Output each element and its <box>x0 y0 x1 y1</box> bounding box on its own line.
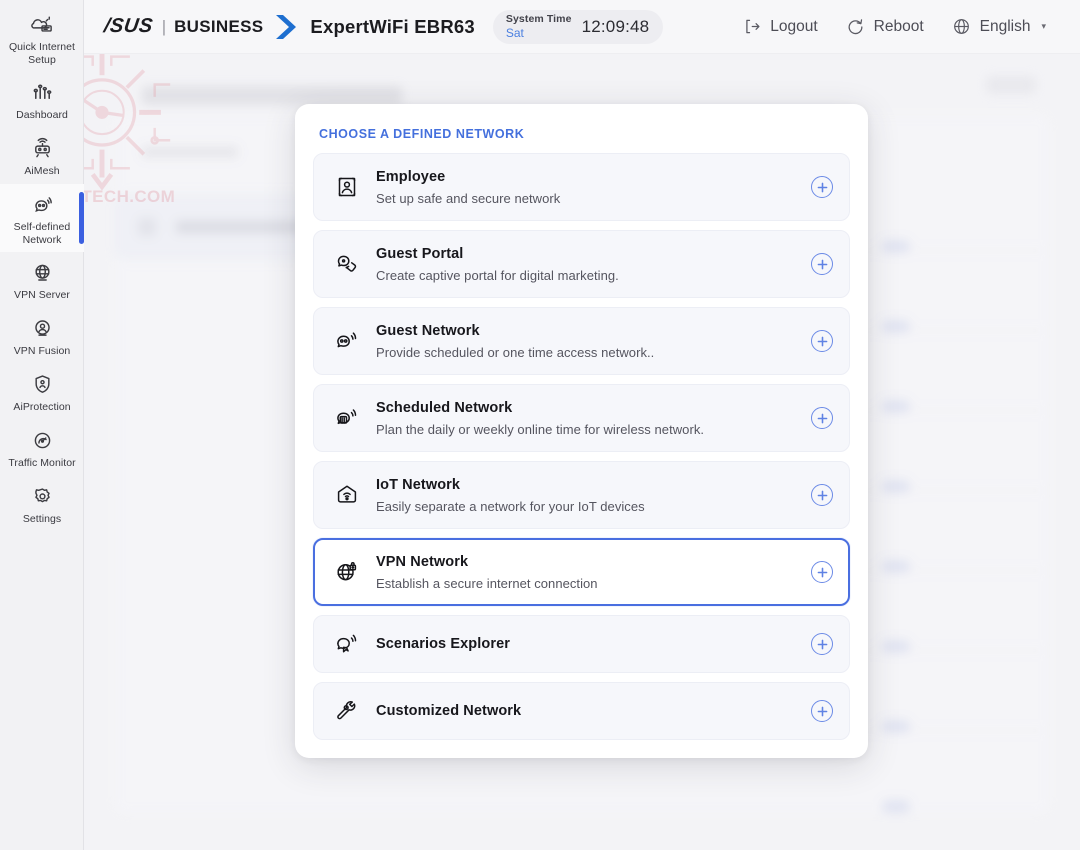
network-option-description: Establish a secure internet connection <box>376 575 799 592</box>
quick-internet-setup-icon <box>29 11 55 37</box>
sidebar-item-label: Self-defined Network <box>2 221 82 246</box>
router-admin-page: Quick Internet Setup Dashboard <box>0 0 1080 850</box>
dashboard-icon <box>29 79 55 105</box>
system-time-clock: 12:09:48 <box>582 17 650 37</box>
sidebar-item-settings[interactable]: Settings <box>0 476 84 532</box>
network-option-guest-portal[interactable]: Guest Portal Create captive portal for d… <box>313 230 850 298</box>
sidebar-item-aimesh[interactable]: AiMesh <box>0 128 84 184</box>
scenarios-explorer-icon <box>332 629 362 659</box>
add-network-button[interactable] <box>811 561 833 583</box>
aimesh-icon <box>29 135 55 161</box>
vpn-network-icon <box>332 557 362 587</box>
add-network-button[interactable] <box>811 633 833 655</box>
asus-wordmark: /SUS <box>102 15 154 38</box>
add-network-button[interactable] <box>811 484 833 506</box>
background-page-title <box>142 86 402 105</box>
brand-logo: /SUS | BUSINESS <box>104 14 296 40</box>
network-option-description: Easily separate a network for your IoT d… <box>376 498 799 515</box>
background-top-right-control <box>986 76 1036 94</box>
system-time-label: System Time <box>506 14 572 25</box>
network-option-vpn-network[interactable]: VPN Network Establish a secure internet … <box>313 538 850 606</box>
sidebar: Quick Internet Setup Dashboard <box>0 0 84 850</box>
network-option-name: IoT Network <box>376 476 799 494</box>
business-wordmark: BUSINESS <box>174 17 263 37</box>
sidebar-item-label: VPN Fusion <box>14 345 71 358</box>
network-option-list: Employee Set up safe and secure network <box>313 153 850 740</box>
router-model-name: ExpertWiFi EBR63 <box>310 16 474 38</box>
add-network-button[interactable] <box>811 700 833 722</box>
sidebar-item-label: AiProtection <box>13 401 70 414</box>
sidebar-item-label: Dashboard <box>16 109 68 122</box>
sidebar-item-label: Settings <box>23 513 61 526</box>
add-network-button[interactable] <box>811 176 833 198</box>
network-option-employee[interactable]: Employee Set up safe and secure network <box>313 153 850 221</box>
network-option-name: Scenarios Explorer <box>376 635 799 653</box>
network-option-description: Create captive portal for digital market… <box>376 267 799 284</box>
vpn-server-icon <box>29 259 55 285</box>
network-option-customized-network[interactable]: Customized Network <box>313 682 850 740</box>
sidebar-item-quick-internet-setup[interactable]: Quick Internet Setup <box>0 4 84 72</box>
background-subtitle <box>142 146 238 158</box>
settings-gear-icon <box>29 483 55 509</box>
network-option-scenarios-explorer[interactable]: Scenarios Explorer <box>313 615 850 673</box>
network-option-description: Provide scheduled or one time access net… <box>376 344 799 361</box>
logout-button[interactable]: Logout <box>730 11 829 42</box>
add-network-button[interactable] <box>811 330 833 352</box>
vpn-fusion-icon <box>29 315 55 341</box>
sidebar-item-label: AiMesh <box>24 165 59 178</box>
top-header: /SUS | BUSINESS ExpertWiFi EBR63 System … <box>84 0 1080 54</box>
system-time-widget: System Time Sat 12:09:48 <box>493 10 663 44</box>
language-label: English <box>980 18 1031 36</box>
brand-separator: | <box>162 17 166 37</box>
reboot-button[interactable]: Reboot <box>834 11 936 42</box>
sidebar-item-label: Traffic Monitor <box>8 457 75 470</box>
sidebar-item-label: VPN Server <box>14 289 70 302</box>
sidebar-item-aiprotection[interactable]: AiProtection <box>0 364 84 420</box>
system-time-day: Sat <box>506 27 572 39</box>
sidebar-item-vpn-server[interactable]: VPN Server <box>0 252 84 308</box>
guest-portal-icon <box>332 249 362 279</box>
network-option-description: Plan the daily or weekly online time for… <box>376 421 799 438</box>
network-option-name: Customized Network <box>376 702 799 720</box>
network-option-scheduled-network[interactable]: Scheduled Network Plan the daily or week… <box>313 384 850 452</box>
globe-icon <box>952 17 971 36</box>
traffic-monitor-icon <box>29 427 55 453</box>
language-selector[interactable]: English ▾ <box>940 11 1058 42</box>
network-option-name: Guest Network <box>376 322 799 340</box>
network-option-name: VPN Network <box>376 553 799 571</box>
sidebar-item-dashboard[interactable]: Dashboard <box>0 72 84 128</box>
aiprotection-icon <box>29 371 55 397</box>
self-defined-network-icon <box>29 191 55 217</box>
logout-label: Logout <box>770 18 817 36</box>
sidebar-item-traffic-monitor[interactable]: Traffic Monitor <box>0 420 84 476</box>
network-option-name: Guest Portal <box>376 245 799 263</box>
sidebar-item-label: Quick Internet Setup <box>2 41 82 66</box>
scheduled-network-icon <box>332 403 362 433</box>
modal-title: CHOOSE A DEFINED NETWORK <box>313 120 850 153</box>
network-option-description: Set up safe and secure network <box>376 190 799 207</box>
iot-network-icon <box>332 480 362 510</box>
network-option-guest-network[interactable]: Guest Network Provide scheduled or one t… <box>313 307 850 375</box>
header-actions: Logout Reboot <box>730 11 1080 42</box>
customized-network-wrench-icon <box>332 696 362 726</box>
add-network-button[interactable] <box>811 407 833 429</box>
sidebar-item-vpn-fusion[interactable]: VPN Fusion <box>0 308 84 364</box>
network-option-name: Scheduled Network <box>376 399 799 417</box>
logout-icon <box>742 17 761 36</box>
brand-chevron-icon <box>274 14 296 40</box>
choose-defined-network-modal: CHOOSE A DEFINED NETWORK Employee Set up… <box>295 104 868 758</box>
reboot-icon <box>846 17 865 36</box>
reboot-label: Reboot <box>874 18 924 36</box>
guest-network-icon <box>332 326 362 356</box>
network-option-iot-network[interactable]: IoT Network Easily separate a network fo… <box>313 461 850 529</box>
network-option-name: Employee <box>376 168 799 186</box>
employee-badge-icon <box>332 172 362 202</box>
add-network-button[interactable] <box>811 253 833 275</box>
chevron-down-icon: ▾ <box>1041 21 1046 32</box>
sidebar-item-self-defined-network[interactable]: Self-defined Network <box>0 184 84 252</box>
